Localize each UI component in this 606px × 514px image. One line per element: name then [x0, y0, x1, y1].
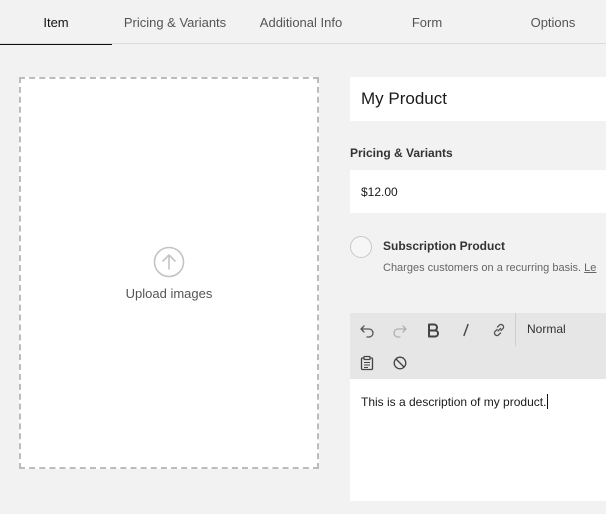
text-format-dropdown[interactable]: Normal: [527, 322, 566, 336]
clear-formatting-icon[interactable]: [390, 353, 410, 373]
upload-label: Upload images: [125, 286, 213, 301]
undo-icon[interactable]: [357, 320, 377, 340]
subscription-title: Subscription Product: [383, 239, 506, 253]
description-editor[interactable]: This is a description of my product.: [350, 379, 606, 501]
link-icon[interactable]: [489, 320, 509, 340]
subscription-toggle[interactable]: [350, 236, 372, 258]
tab-form[interactable]: Form: [364, 0, 490, 44]
tab-additional-info[interactable]: Additional Info: [238, 0, 364, 44]
tab-options[interactable]: Options: [490, 0, 606, 44]
subscription-description: Charges customers on a recurring basis. …: [383, 262, 596, 274]
description-text: This is a description of my product.: [361, 395, 547, 409]
redo-icon[interactable]: [390, 320, 410, 340]
tab-pricing-variants[interactable]: Pricing & Variants: [112, 0, 238, 44]
tab-item[interactable]: Item: [0, 0, 112, 45]
tab-bar: Item Pricing & Variants Additional Info …: [0, 0, 606, 45]
price-input[interactable]: $12.00: [350, 170, 606, 213]
learn-more-link[interactable]: Le: [584, 262, 596, 274]
subscription-description-text: Charges customers on a recurring basis.: [383, 262, 585, 274]
upload-arrow-icon: [153, 246, 185, 278]
bold-icon[interactable]: [423, 320, 443, 340]
italic-icon[interactable]: [456, 320, 476, 340]
product-title-input[interactable]: My Product: [350, 77, 606, 121]
text-caret: [547, 394, 549, 409]
clipboard-icon[interactable]: [357, 353, 377, 373]
editor-toolbar: Normal: [350, 313, 606, 379]
pricing-section-label: Pricing & Variants: [350, 146, 453, 160]
image-upload-area[interactable]: Upload images: [19, 77, 319, 469]
toolbar-divider: [515, 313, 516, 346]
